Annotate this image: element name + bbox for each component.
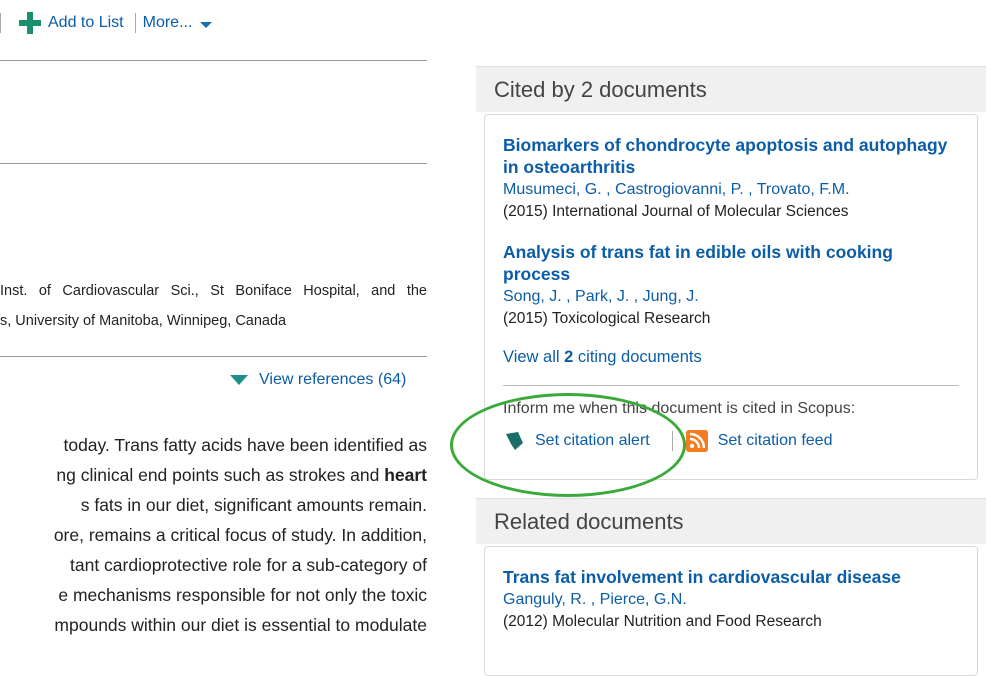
- abstract-line-text: ng clinical end points such as strokes a…: [56, 465, 385, 485]
- view-references-link[interactable]: View references (64): [230, 371, 406, 389]
- related-document-authors: Ganguly, R. , Pierce, G.N.: [503, 591, 687, 608]
- cited-by-card: Biomarkers of chondrocyte apoptosis and …: [484, 114, 978, 480]
- divider: [0, 60, 427, 61]
- author-link[interactable]: Castrogiovanni, P.: [615, 181, 744, 198]
- bell-icon: [506, 432, 523, 450]
- related-documents-card: Trans fat involvement in cardiovascular …: [484, 546, 978, 676]
- more-label: More...: [142, 14, 193, 31]
- divider: [503, 385, 959, 386]
- actions-divider: [671, 431, 673, 451]
- set-citation-feed-button[interactable]: Set citation feed: [685, 430, 833, 452]
- author-link[interactable]: Song, J.: [503, 288, 562, 305]
- abstract-line: ng clinical end points such as strokes a…: [0, 460, 427, 490]
- citing-document-authors: Musumeci, G. , Castrogiovanni, P. , Trov…: [503, 181, 850, 198]
- related-document-title[interactable]: Trans fat involvement in cardiovascular …: [503, 566, 959, 588]
- plus-icon: [19, 12, 41, 34]
- highlighted-term: heart: [384, 465, 427, 485]
- affiliation-line: s, University of Manitoba, Winnipeg, Can…: [0, 313, 287, 329]
- author-link[interactable]: Pierce, G.N.: [600, 591, 687, 608]
- toolbar-divider: [134, 13, 136, 33]
- author-link[interactable]: Park, J.: [575, 288, 629, 305]
- author-link[interactable]: Musumeci, G.: [503, 181, 602, 198]
- set-citation-alert-button[interactable]: Set citation alert: [503, 430, 650, 452]
- toolbar: Add to List More...: [0, 8, 213, 38]
- abstract-line: e mechanisms responsible for not only th…: [58, 585, 427, 605]
- citing-document-title[interactable]: Biomarkers of chondrocyte apoptosis and …: [503, 134, 959, 178]
- affiliation-line: Inst. of Cardiovascular Sci., St Bonifac…: [0, 283, 427, 299]
- cited-by-header: Cited by 2 documents: [476, 66, 986, 112]
- related-document-source: (2012) Molecular Nutrition and Food Rese…: [503, 613, 822, 630]
- abstract-line: tant cardioprotective role for a sub-cat…: [70, 555, 427, 575]
- citing-document-title[interactable]: Analysis of trans fat in edible oils wit…: [503, 241, 923, 285]
- related-document: Trans fat involvement in cardiovascular …: [503, 566, 959, 633]
- view-all-suffix: citing documents: [573, 348, 702, 366]
- author-link[interactable]: Trovato, F.M.: [757, 181, 850, 198]
- divider: [0, 163, 427, 164]
- more-menu-button[interactable]: More...: [143, 14, 213, 32]
- related-documents-header: Related documents: [476, 498, 986, 544]
- inform-text: Inform me when this document is cited in…: [503, 400, 856, 417]
- citing-document-authors: Song, J. , Park, J. , Jung, J.: [503, 288, 699, 305]
- abstract-line: ore, remains a critical focus of study. …: [53, 525, 427, 545]
- chevron-down-icon: [200, 21, 213, 28]
- author-link[interactable]: Ganguly, R.: [503, 591, 586, 608]
- rss-icon: [685, 430, 708, 452]
- citing-document: Biomarkers of chondrocyte apoptosis and …: [503, 134, 959, 223]
- abstract-text: today. Trans fatty acids have been ident…: [0, 430, 427, 640]
- abstract-line: s fats in our diet, significant amounts …: [80, 495, 427, 515]
- citing-count: 2: [564, 348, 574, 366]
- add-to-list-label: Add to List: [48, 14, 124, 31]
- divider: [0, 356, 427, 357]
- view-all-citing-link[interactable]: View all 2 citing documents: [503, 348, 959, 367]
- citing-document-source: (2015) International Journal of Molecula…: [503, 203, 849, 220]
- set-citation-feed-label: Set citation feed: [717, 432, 833, 449]
- toolbar-divider: [0, 13, 1, 33]
- abstract-line: today. Trans fatty acids have been ident…: [63, 435, 427, 455]
- add-to-list-button[interactable]: Add to List: [19, 12, 124, 34]
- citing-document-source: (2015) Toxicological Research: [503, 310, 711, 327]
- expand-triangle-icon: [230, 375, 248, 385]
- citing-document: Analysis of trans fat in edible oils wit…: [503, 241, 959, 330]
- view-all-prefix: View all: [503, 348, 565, 366]
- abstract-line: mpounds within our diet is essential to …: [54, 615, 427, 635]
- related-documents-title: Related documents: [494, 509, 684, 534]
- cited-by-title: Cited by 2 documents: [494, 77, 707, 102]
- view-references-label: View references (64): [259, 371, 407, 388]
- alert-actions: Set citation alert Set citation feed: [503, 430, 959, 452]
- author-link[interactable]: Jung, J.: [643, 288, 699, 305]
- set-citation-alert-label: Set citation alert: [535, 432, 650, 449]
